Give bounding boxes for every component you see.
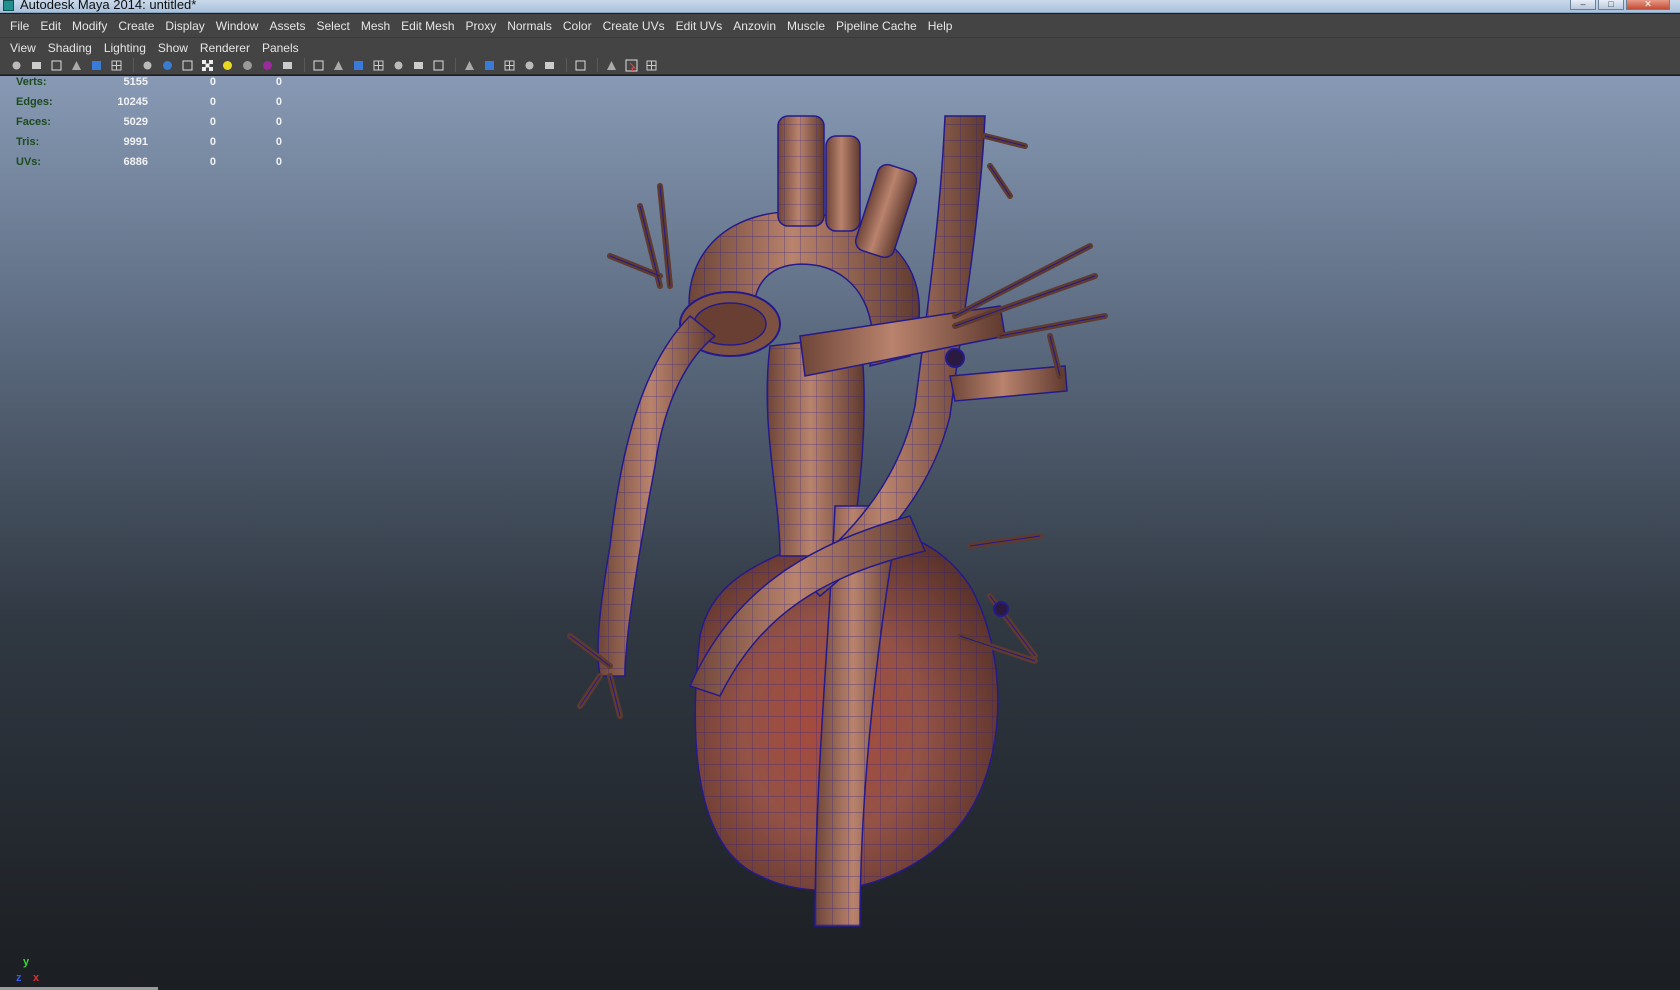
maximize-button[interactable]: □ (1598, 0, 1624, 10)
minimize-button[interactable]: – (1570, 0, 1596, 10)
lock-camera-icon[interactable] (28, 58, 45, 73)
hud-value-selected: 0 (209, 136, 216, 148)
field-chart-icon[interactable] (390, 58, 407, 73)
gate-mask-icon[interactable] (370, 58, 387, 73)
component-select-icon[interactable] (623, 58, 640, 73)
hud-label: Edges: (16, 96, 53, 108)
toolbar-separator (566, 58, 567, 72)
panel-toolbar (0, 56, 1680, 75)
use-default-lights-icon[interactable] (219, 58, 236, 73)
hud-value-component: 0 (275, 96, 282, 108)
safe-action-icon[interactable] (410, 58, 427, 73)
xray-components-icon[interactable] (330, 58, 347, 73)
hud-value-object: 6886 (123, 156, 148, 168)
hud-value-selected: 0 (209, 156, 216, 168)
wireframe-icon[interactable] (139, 58, 156, 73)
menu-pipeline-cache[interactable]: Pipeline Cache (832, 19, 924, 33)
hud-value-object: 5029 (123, 116, 148, 128)
main-menu-bar: File Edit Modify Create Display Window Assets S… (0, 14, 1680, 37)
depth-of-field-icon[interactable] (541, 58, 558, 73)
hud-value-component: 0 (275, 136, 282, 148)
menu-assets[interactable]: Assets (265, 19, 312, 33)
menu-edit-uvs[interactable]: Edit UVs (672, 19, 730, 33)
high-quality-icon[interactable] (572, 58, 589, 73)
hud-value-component: 0 (275, 76, 282, 88)
bookmarks-icon[interactable] (68, 58, 85, 73)
resolution-gate-icon[interactable] (350, 58, 367, 73)
multisample-icon[interactable] (521, 58, 538, 73)
hud-value-selected: 0 (209, 116, 216, 128)
grid-toggle-icon[interactable] (108, 58, 125, 73)
axis-x-label: x (33, 972, 40, 984)
menu-color[interactable]: Color (559, 19, 599, 33)
menu-edit-mesh[interactable]: Edit Mesh (397, 19, 461, 33)
menu-mesh[interactable]: Mesh (357, 19, 397, 33)
motion-blur-icon[interactable] (501, 58, 518, 73)
hud-value-component: 0 (275, 116, 282, 128)
camera-attributes-icon[interactable] (48, 58, 65, 73)
panel-menu-show[interactable]: Show (154, 41, 196, 55)
heart-mesh-model[interactable] (0, 76, 1680, 990)
menu-help[interactable]: Help (924, 19, 960, 33)
shadows-icon[interactable] (239, 58, 256, 73)
hud-label: UVs: (16, 156, 42, 168)
select-camera-icon[interactable] (8, 58, 25, 73)
toolbar-separator (133, 58, 134, 72)
menu-muscle[interactable]: Muscle (783, 19, 832, 33)
panel-menu-shading[interactable]: Shading (44, 41, 100, 55)
title-bar: Autodesk Maya 2014: untitled* – □ ✕ (0, 0, 1680, 13)
window-title: Autodesk Maya 2014: untitled* (20, 0, 197, 12)
bounding-box-icon[interactable] (603, 58, 620, 73)
ambient-occlusion-icon[interactable] (481, 58, 498, 73)
menu-file[interactable]: File (6, 19, 36, 33)
axis-z-label: z (16, 972, 22, 984)
close-button[interactable]: ✕ (1626, 0, 1670, 10)
panel-menu-panels[interactable]: Panels (258, 41, 307, 55)
safe-title-icon[interactable] (430, 58, 447, 73)
toolbar-separator (455, 58, 456, 72)
hud-label: Verts: (16, 76, 47, 88)
hud-value-object: 5155 (123, 76, 148, 88)
perspective-viewport[interactable]: Verts: 5155 0 0 Edges: 10245 0 0 Faces: 5029 0 0 Tri… (0, 76, 1680, 990)
hud-label: Tris: (16, 136, 40, 148)
panel-menu-bar: View Shading Lighting Show Renderer Panels (0, 37, 1680, 57)
wireframe-on-shaded-icon[interactable] (179, 58, 196, 73)
toolbar-separator (304, 58, 305, 72)
axis-y-label: y (23, 956, 30, 968)
hud-value-selected: 0 (209, 76, 216, 88)
menu-normals[interactable]: Normals (503, 19, 559, 33)
menu-proxy[interactable]: Proxy (462, 19, 504, 33)
menu-display[interactable]: Display (161, 19, 211, 33)
menu-window[interactable]: Window (212, 19, 266, 33)
menu-modify[interactable]: Modify (68, 19, 114, 33)
menu-edit[interactable]: Edit (36, 19, 68, 33)
panel-menu-renderer[interactable]: Renderer (196, 41, 258, 55)
xray-joints-icon[interactable] (310, 58, 327, 73)
hud-value-object: 9991 (123, 136, 148, 148)
window-controls: – □ ✕ (1570, 0, 1670, 10)
toolbar-separator (597, 58, 598, 72)
view-axis-indicator: y z x (16, 956, 58, 986)
menu-anzovin[interactable]: Anzovin (729, 19, 783, 33)
paint-weights-icon[interactable] (643, 58, 660, 73)
textured-icon[interactable] (199, 58, 216, 73)
xray-icon[interactable] (279, 58, 296, 73)
menu-create[interactable]: Create (114, 19, 161, 33)
panel-menu-view[interactable]: View (6, 41, 44, 55)
image-plane-icon[interactable] (88, 58, 105, 73)
hud-value-object: 10245 (117, 96, 148, 108)
menu-create-uvs[interactable]: Create UVs (599, 19, 672, 33)
maya-app-icon[interactable] (3, 0, 14, 11)
hud-value-component: 0 (275, 156, 282, 168)
isolate-select-icon[interactable] (259, 58, 276, 73)
hud-label: Faces: (16, 116, 51, 128)
smooth-shade-icon[interactable] (159, 58, 176, 73)
menu-select[interactable]: Select (312, 19, 356, 33)
hud-value-selected: 0 (209, 96, 216, 108)
film-gate-icon[interactable] (461, 58, 478, 73)
panel-menu-lighting[interactable]: Lighting (100, 41, 154, 55)
